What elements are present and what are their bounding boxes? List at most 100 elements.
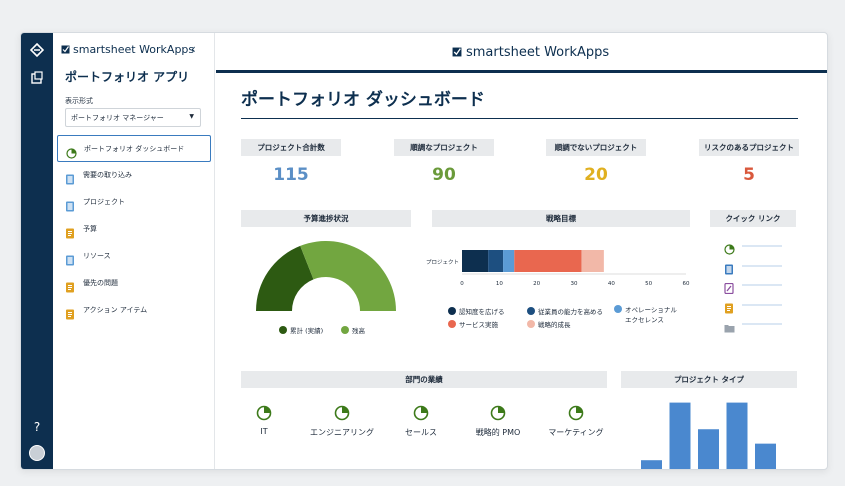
top-brand-text: smartsheet WorkApps [466,45,610,60]
strategy-legend-item-5: 戦略的成長 [527,319,571,329]
department-label: エンジニアリング [310,428,374,437]
sidebar-item-label: ポートフォリオ ダッシュボード [84,145,185,153]
strategy-legend-item-1: 認知度を広げる [448,306,505,316]
department-4[interactable]: 戦略的 PMO [458,405,538,438]
dashboard-icon [568,405,584,421]
quick-link-5[interactable] [724,318,784,333]
avatar[interactable] [29,445,45,461]
strategy-tick-0: 0 [460,281,464,287]
sidebar-item-1[interactable]: ポートフォリオ ダッシュボード [57,135,211,162]
department-1[interactable]: IT [224,405,304,436]
strategy-tick-20: 20 [533,281,540,287]
legend-label: 戦略的成長 [538,321,571,329]
strategy-row-label: プロジェクト [426,259,459,266]
report-icon [65,305,75,320]
report-icon [65,278,75,293]
department-label: マーケティング [548,428,604,437]
dashboard-icon [724,240,735,255]
strategy-bar-segment-4 [514,250,582,272]
strategy-panel-title: 戦略目標 [432,210,690,227]
quick-link-4[interactable] [724,299,784,313]
sidebar-item-label: 需要の取り込み [83,171,132,179]
view-as-label: 表示形式 [65,97,93,105]
legend-swatch [448,307,456,315]
project-type-bar-4 [726,402,748,469]
strategy-bar-segment-2 [488,250,504,272]
view-as-select[interactable]: ポートフォリオ マネージャー ▼ [65,108,201,127]
stat-label-3: 順調でないプロジェクト [546,139,646,156]
sidebar-item-7[interactable]: アクション アイテム [57,297,211,324]
help-icon[interactable]: ? [29,419,45,435]
stat-value-1: 115 [273,165,309,185]
sidebar-item-label: プロジェクト [83,198,125,206]
form-icon [65,170,75,185]
budget-gauge-chart [256,241,396,311]
smartsheet-logo-icon[interactable] [29,42,45,59]
view-as-value: ポートフォリオ マネージャー [71,114,164,122]
department-2[interactable]: エンジニアリング [302,405,382,438]
department-label: IT [260,427,268,436]
quick-link-1[interactable] [724,240,784,255]
collapse-sidebar-chevron-left-icon[interactable]: ‹ [191,42,196,56]
strategy-tick-50: 50 [645,281,652,287]
quick-link-2[interactable] [724,260,784,274]
dashboard-main: smartsheet WorkApps ポートフォリオ ダッシュボード プロジェ… [216,33,827,469]
strategy-tick-30: 30 [571,281,578,287]
stat-label-2: 順調なプロジェクト [394,139,494,156]
legend-swatch [279,326,287,334]
global-nav-rail: ? [21,33,53,469]
stat-value-2: 90 [432,165,456,185]
quick-link-placeholder [742,323,782,325]
dashboard-icon [413,405,429,421]
project-types-title: プロジェクト タイプ [621,371,797,388]
strategy-legend-item-3: オペレーショナル エクセレンス [614,304,677,324]
workapps-icon[interactable] [29,71,45,87]
project-type-bar-5 [755,443,776,469]
strategy-legend-item-4: サービス実施 [448,319,498,329]
chevron-down-icon: ▼ [189,113,194,120]
strategy-tick-10: 10 [496,281,503,287]
project-types-bar-chart [641,402,776,469]
quick-link-placeholder [742,303,782,306]
dashboard-icon [66,144,77,159]
title-divider [241,118,798,119]
dashboard-icon [490,405,506,421]
strategy-bar-segment-3 [503,250,515,272]
dashboard-title: ポートフォリオ ダッシュボード [241,90,485,110]
dashboard-icon [334,405,350,421]
stat-value-3: 20 [584,165,608,185]
sidebar-item-3[interactable]: プロジェクト [57,189,211,216]
top-brand: smartsheet WorkApps [452,45,609,60]
stat-label-4: リスクのあるプロジェクト [699,139,799,156]
sidebar-item-6[interactable]: 優先の問題 [57,270,211,297]
report-icon [65,224,75,239]
department-label: 戦略的 PMO [475,428,521,437]
smartsheet-mark-icon [61,45,70,54]
legend-label: サービス実施 [459,321,498,329]
sidebar-item-5[interactable]: リソース [57,243,211,270]
sheet-icon [65,251,75,266]
sidebar-item-label: 優先の問題 [83,279,118,287]
sidebar-item-4[interactable]: 予算 [57,216,211,243]
budget-legend-item-2: 残高 [341,325,365,335]
department-3[interactable]: セールス [381,405,461,438]
folder-icon [724,318,735,333]
legend-swatch [614,305,622,313]
strategy-tick-60: 60 [683,281,690,287]
quick-link-3[interactable] [724,279,784,295]
stat-label-1: プロジェクト合計数 [241,139,341,156]
legend-swatch [448,320,456,328]
sidebar-nav: ポートフォリオ ダッシュボード 需要の取り込み プロジェクト予算 リソース優先の問題ア… [57,135,211,324]
legend-swatch [527,307,535,315]
legend-label: オペレーショナル [625,306,677,314]
strategy-bar-segment-1 [462,250,489,272]
smartsheet-mark-icon [452,47,462,57]
project-type-bar-1 [641,460,662,469]
department-5[interactable]: マーケティング [536,405,616,438]
quick-link-placeholder [742,284,782,286]
app-window: ? smartsheet WorkApps ‹ ポートフォリオ アプリ 表示形式… [20,32,828,470]
stat-value-4: 5 [743,165,755,185]
sidebar-item-2[interactable]: 需要の取り込み [57,162,211,189]
legend-label: 従業員の能力を高める [538,308,603,316]
legend-label-line2: エクセレンス [625,316,664,324]
